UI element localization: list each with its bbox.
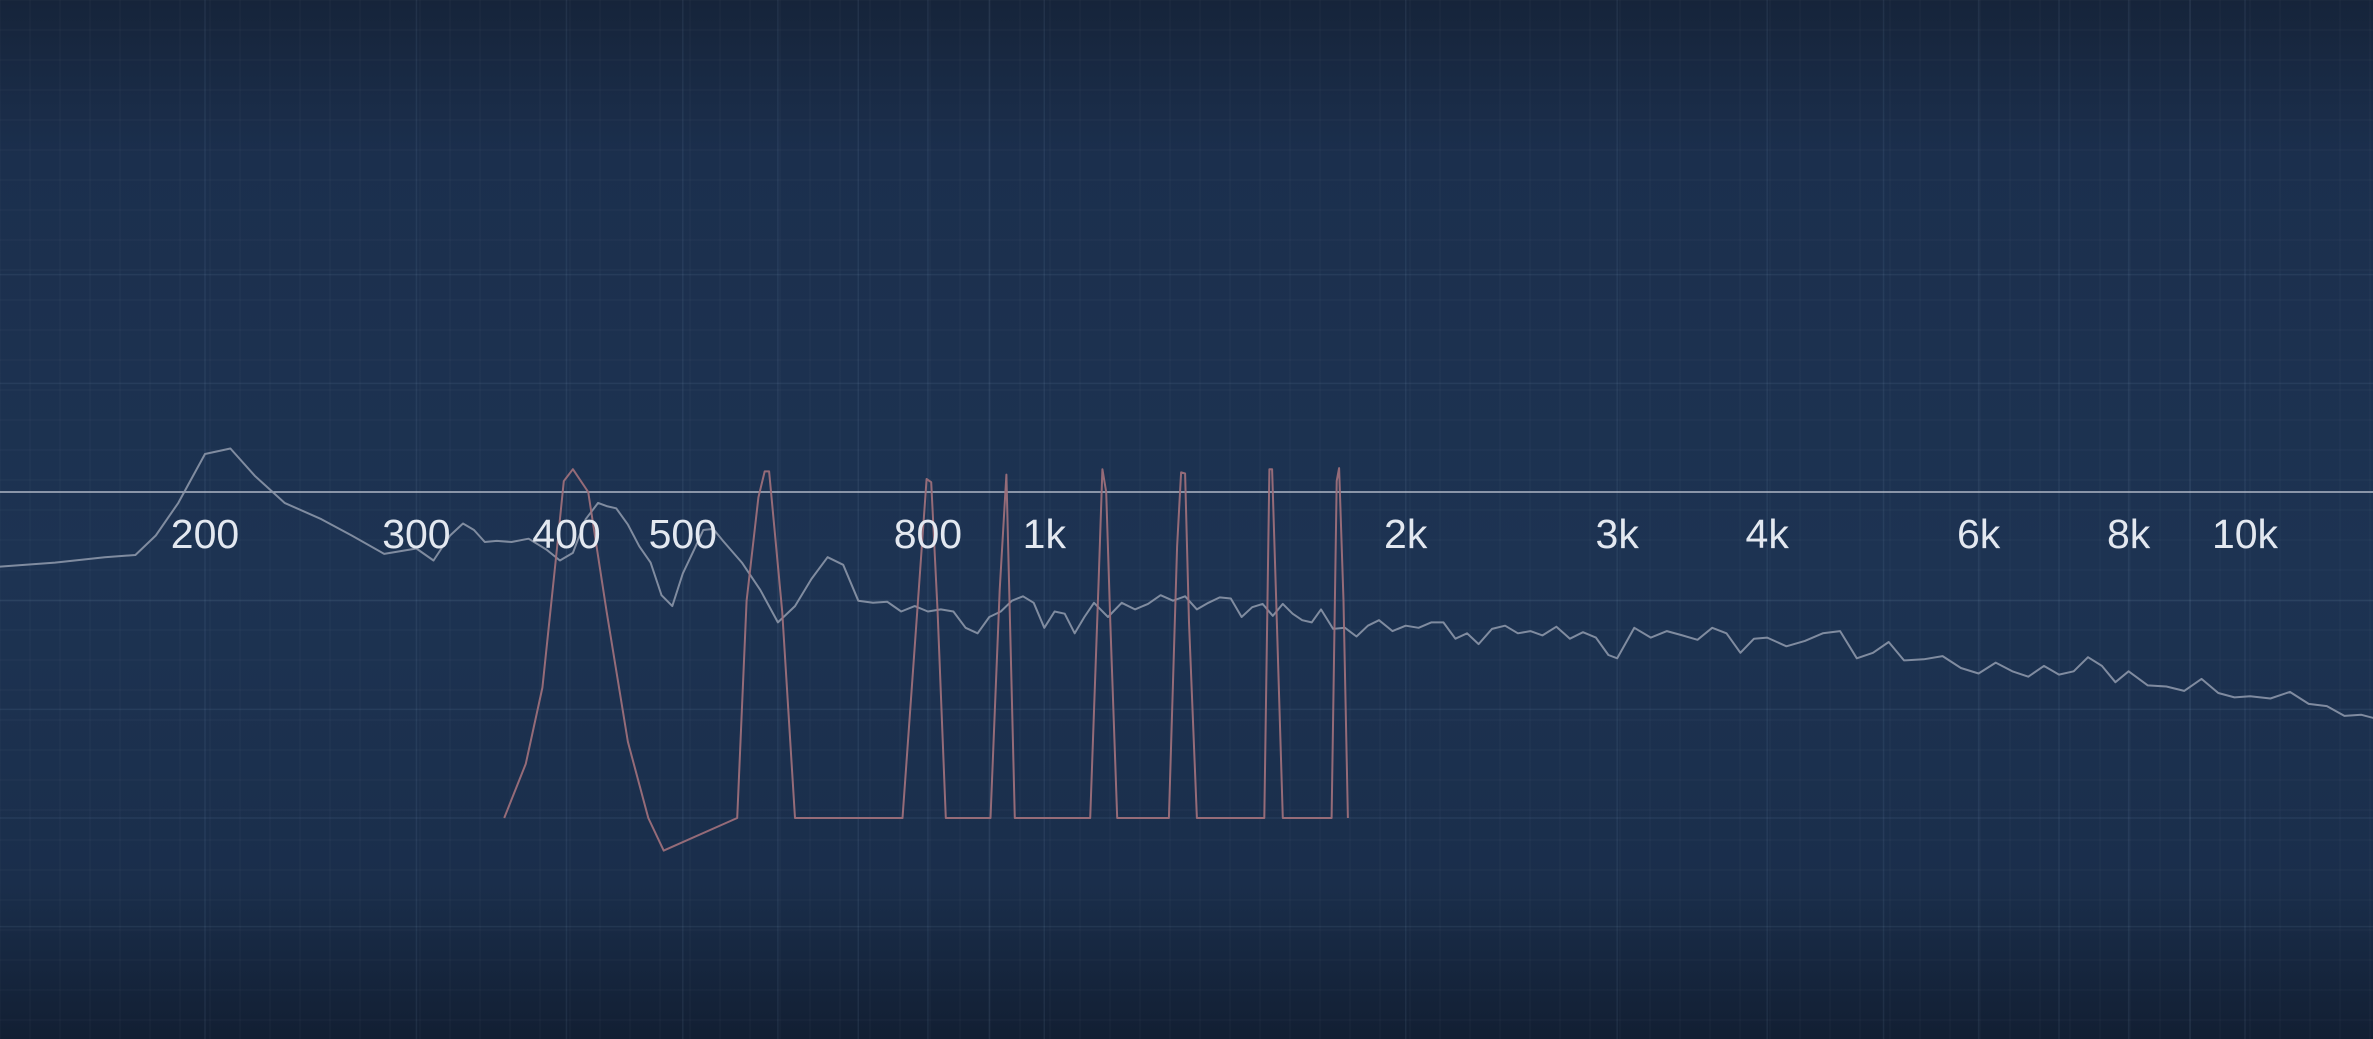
tick-label-10k: 10k <box>2212 511 2279 557</box>
tick-label-6k: 6k <box>1957 511 2001 557</box>
tick-label-3k: 3k <box>1596 511 1640 557</box>
tick-label-2k: 2k <box>1384 511 1428 557</box>
tick-label-300: 300 <box>382 511 450 557</box>
tick-label-400: 400 <box>532 511 600 557</box>
spectrum-chart: 200 300 400 500 800 1k 2k 3k 4k 6k 8k 10… <box>0 0 2373 1039</box>
tick-label-4k: 4k <box>1746 511 1790 557</box>
tick-label-200: 200 <box>171 511 239 557</box>
frequency-tick-labels: 200 300 400 500 800 1k 2k 3k 4k 6k 8k 10… <box>171 511 2279 557</box>
tick-label-8k: 8k <box>2107 511 2151 557</box>
tick-label-800: 800 <box>894 511 962 557</box>
tick-label-1k: 1k <box>1023 511 1067 557</box>
spectrum-analyzer: 200 300 400 500 800 1k 2k 3k 4k 6k 8k 10… <box>0 0 2373 1039</box>
tick-label-500: 500 <box>649 511 717 557</box>
